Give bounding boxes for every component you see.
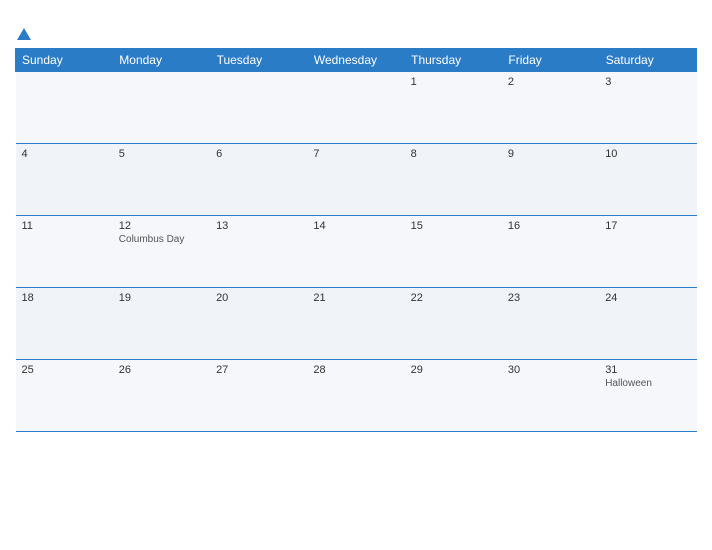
day-number: 4 xyxy=(22,148,107,160)
day-number: 18 xyxy=(22,292,107,304)
logo xyxy=(15,10,31,40)
calendar-cell xyxy=(210,72,307,144)
calendar-cell: 12 Columbus Day xyxy=(113,216,210,288)
calendar-cell: 6 xyxy=(210,144,307,216)
calendar-cell: 26 xyxy=(113,360,210,432)
calendar-cell: 9 xyxy=(502,144,599,216)
calendar-cell: 29 xyxy=(405,360,502,432)
day-number: 26 xyxy=(119,364,204,376)
day-number: 2 xyxy=(508,76,593,88)
day-number: 17 xyxy=(605,220,690,232)
day-number: 20 xyxy=(216,292,301,304)
day-number: 15 xyxy=(411,220,496,232)
event-label: Halloween xyxy=(605,378,690,389)
calendar-header xyxy=(15,10,697,40)
calendar-cell xyxy=(16,72,113,144)
calendar-cell: 21 xyxy=(307,288,404,360)
weekday-header-tuesday: Tuesday xyxy=(210,49,307,72)
day-number: 29 xyxy=(411,364,496,376)
day-number: 25 xyxy=(22,364,107,376)
calendar-cell: 13 xyxy=(210,216,307,288)
calendar-cell xyxy=(113,72,210,144)
day-number: 6 xyxy=(216,148,301,160)
day-number: 24 xyxy=(605,292,690,304)
day-number: 7 xyxy=(313,148,398,160)
calendar-cell: 30 xyxy=(502,360,599,432)
calendar-cell: 16 xyxy=(502,216,599,288)
day-number: 13 xyxy=(216,220,301,232)
weekday-header-saturday: Saturday xyxy=(599,49,696,72)
logo-triangle-icon xyxy=(17,28,31,40)
calendar-cell: 28 xyxy=(307,360,404,432)
week-row-1: 123 xyxy=(16,72,697,144)
calendar-cell: 4 xyxy=(16,144,113,216)
day-number: 5 xyxy=(119,148,204,160)
calendar-cell: 25 xyxy=(16,360,113,432)
day-number: 30 xyxy=(508,364,593,376)
day-number: 27 xyxy=(216,364,301,376)
calendar-cell: 18 xyxy=(16,288,113,360)
weekday-header-friday: Friday xyxy=(502,49,599,72)
day-number: 8 xyxy=(411,148,496,160)
calendar-cell: 7 xyxy=(307,144,404,216)
calendar-cell: 19 xyxy=(113,288,210,360)
week-row-5: 25 26 27 28 29 30 31 Halloween xyxy=(16,360,697,432)
weekday-header-sunday: Sunday xyxy=(16,49,113,72)
week-row-4: 18 19 20 21 22 23 24 xyxy=(16,288,697,360)
calendar-cell: 8 xyxy=(405,144,502,216)
calendar-cell: 14 xyxy=(307,216,404,288)
calendar-cell: 23 xyxy=(502,288,599,360)
calendar-cell: 31 Halloween xyxy=(599,360,696,432)
calendar-cell: 5 xyxy=(113,144,210,216)
calendar-container: SundayMondayTuesdayWednesdayThursdayFrid… xyxy=(0,0,712,550)
day-number: 9 xyxy=(508,148,593,160)
calendar-cell: 15 xyxy=(405,216,502,288)
calendar-cell: 22 xyxy=(405,288,502,360)
logo-text xyxy=(15,10,31,40)
weekday-header-monday: Monday xyxy=(113,49,210,72)
day-number: 1 xyxy=(411,76,496,88)
calendar-cell: 24 xyxy=(599,288,696,360)
calendar-cell: 11 xyxy=(16,216,113,288)
day-number: 28 xyxy=(313,364,398,376)
day-number: 12 xyxy=(119,220,204,232)
calendar-cell xyxy=(307,72,404,144)
calendar-cell: 2 xyxy=(502,72,599,144)
week-row-2: 4567 89 10 xyxy=(16,144,697,216)
weekday-header-wednesday: Wednesday xyxy=(307,49,404,72)
day-number: 31 xyxy=(605,364,690,376)
day-number: 11 xyxy=(22,220,107,232)
day-number: 22 xyxy=(411,292,496,304)
calendar-cell: 17 xyxy=(599,216,696,288)
day-number: 14 xyxy=(313,220,398,232)
calendar-cell: 3 xyxy=(599,72,696,144)
day-number: 21 xyxy=(313,292,398,304)
week-row-3: 11 12 Columbus Day 13 14 15 16 17 xyxy=(16,216,697,288)
event-label: Columbus Day xyxy=(119,234,204,245)
day-number: 23 xyxy=(508,292,593,304)
calendar-cell: 20 xyxy=(210,288,307,360)
day-number: 3 xyxy=(605,76,690,88)
weekday-header-thursday: Thursday xyxy=(405,49,502,72)
day-number: 16 xyxy=(508,220,593,232)
day-number: 10 xyxy=(605,148,690,160)
day-number: 19 xyxy=(119,292,204,304)
weekday-header-row: SundayMondayTuesdayWednesdayThursdayFrid… xyxy=(16,49,697,72)
calendar-cell: 1 xyxy=(405,72,502,144)
calendar-cell: 10 xyxy=(599,144,696,216)
calendar-cell: 27 xyxy=(210,360,307,432)
calendar-grid: SundayMondayTuesdayWednesdayThursdayFrid… xyxy=(15,48,697,432)
